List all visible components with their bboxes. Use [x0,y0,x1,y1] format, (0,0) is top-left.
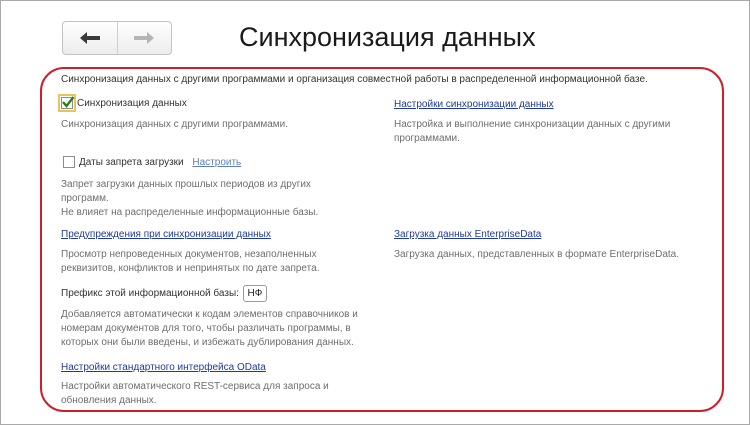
prefix-label: Префикс этой информационной базы: [61,288,239,299]
prefix-hint-line-3: которых они были введены, и избежать дуб… [61,337,354,348]
warnings-hint-line-2: реквизитов, конфликтов и непринятых по д… [61,263,320,274]
warnings-link[interactable]: Предупреждения при синхронизации данных [61,229,271,240]
warnings-hint-line-1: Просмотр непроведенных документов, незап… [61,249,317,260]
prefix-hint-line-1: Добавляется автоматически к кодам элемен… [61,309,358,320]
sync-settings-hint-line-1: Настройка и выполнение синхронизации дан… [394,119,671,130]
ban-dates-hint-line-1: Запрет загрузки данных прошлых периодов … [61,179,311,190]
navigation-buttons [62,21,172,55]
warnings-hint: Просмотр непроведенных документов, незап… [61,248,319,276]
sync-settings-hint-line-2: программами. [394,133,460,144]
arrow-left-icon [79,32,100,44]
odata-hint-line-1: Настройки автоматического REST-сервиса д… [61,381,329,392]
enterprise-data-link[interactable]: Загрузка данных EnterpriseData [394,229,541,240]
enterprise-data-hint: Загрузка данных, представленных в формат… [394,249,680,260]
sync-checkbox[interactable] [58,94,76,112]
sync-hint: Синхронизация данных с другими программа… [61,119,289,130]
ban-dates-hint-line-2: программ. [61,193,109,204]
odata-hint: Настройки автоматического REST-сервиса д… [61,380,329,408]
arrow-right-icon [134,32,155,44]
page-title: Синхронизация данных [239,22,536,52]
sync-settings-link[interactable]: Настройки синхронизации данных [394,99,554,110]
sync-settings-hint: Настройка и выполнение синхронизации дан… [394,118,670,146]
prefix-hint-line-2: номерам документов для того, чтобы разли… [61,323,351,334]
sync-label: Синхронизация данных [77,97,187,109]
prefix-input[interactable]: НФ [242,285,267,302]
ban-dates-label: Даты запрета загрузки [79,156,184,168]
odata-settings-link[interactable]: Настройки стандартного интерфейса OData [61,362,266,373]
ban-dates-checkbox-row[interactable]: Даты запрета загрузки Настроить [63,156,241,168]
prefix-hint: Добавляется автоматически к кодам элемен… [61,308,358,350]
ban-dates-hint: Запрет загрузки данных прошлых периодов … [61,178,318,220]
prefix-row: Префикс этой информационной базы: НФ [61,285,267,302]
back-button[interactable] [63,22,117,54]
forward-button[interactable] [116,22,172,54]
ban-dates-hint-line-3: Не влияет на распределенные информационн… [61,207,319,218]
odata-hint-line-2: обновления данных. [61,395,157,406]
checkmark-icon [62,96,75,108]
sync-checkbox-row[interactable]: Синхронизация данных [58,94,187,112]
ban-dates-checkbox[interactable] [63,156,75,168]
configure-link[interactable]: Настроить [192,157,241,168]
